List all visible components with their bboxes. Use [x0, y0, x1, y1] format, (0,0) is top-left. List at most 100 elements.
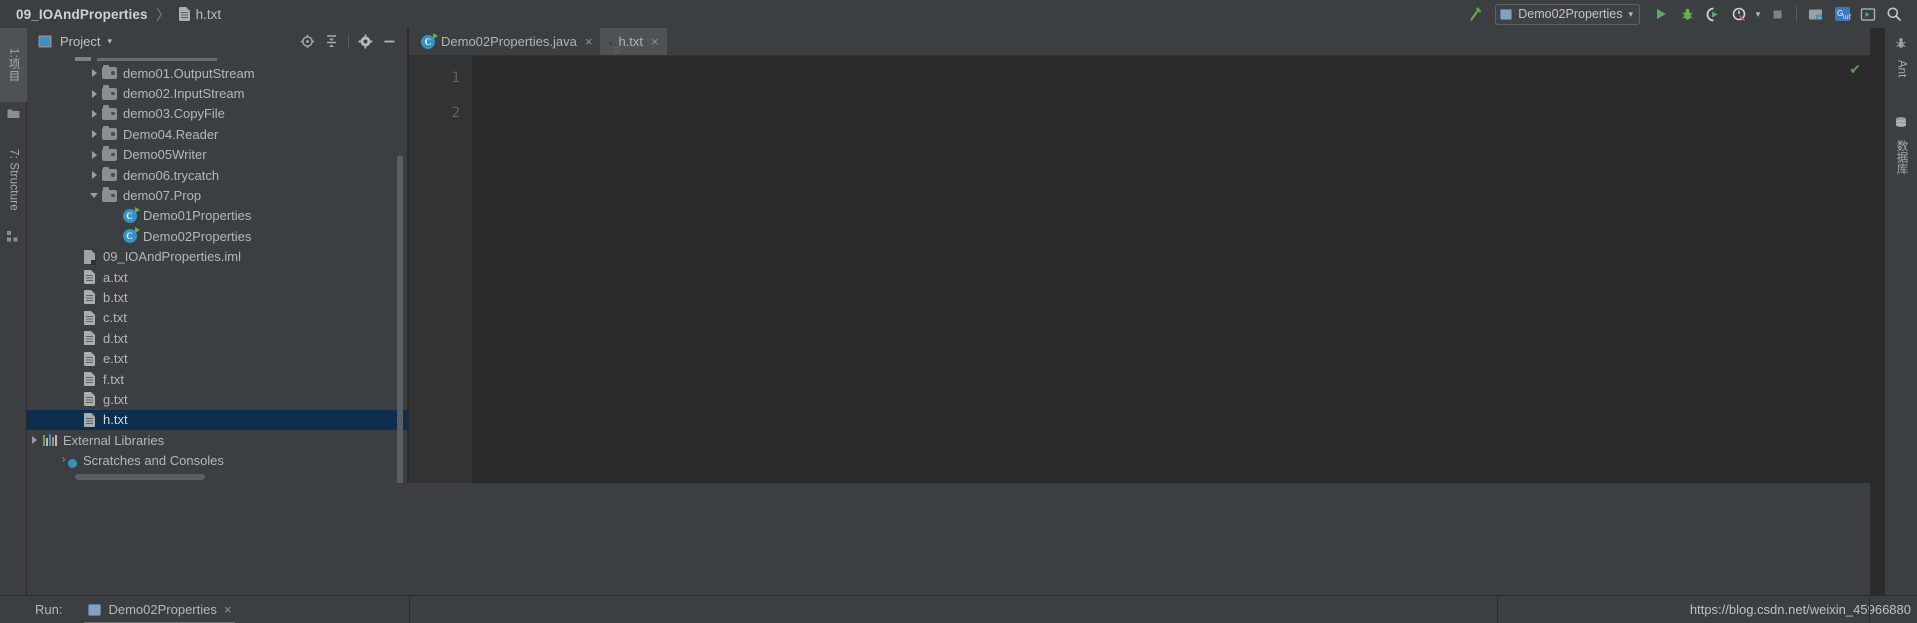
- java-class-icon: C: [421, 32, 438, 49]
- run-configuration-label: Demo02Properties: [1518, 7, 1623, 21]
- search-everywhere-icon[interactable]: [1881, 2, 1907, 26]
- tree-row[interactable]: C Demo01Properties: [27, 206, 407, 226]
- sidebar-item-structure[interactable]: 7: Structure: [0, 136, 27, 224]
- project-panel-title: Project: [60, 34, 101, 49]
- line-number: 1: [451, 70, 460, 86]
- editor-tab-bar: C Demo02Properties.java × h.txt ×: [409, 28, 1870, 56]
- project-tree[interactable]: demo01.OutputStream demo02.InputStream dem…: [27, 55, 407, 483]
- tree-row-label: g.txt: [103, 391, 128, 407]
- hammer-icon[interactable]: [1463, 2, 1489, 26]
- package-folder-icon: [101, 125, 118, 142]
- terminal-icon[interactable]: [1855, 2, 1881, 26]
- scroll-from-source-icon[interactable]: [297, 31, 318, 52]
- top-toolbar: 09_IOAndProperties 〉 h.txt Demo02Propert…: [0, 0, 1917, 28]
- profiler-icon[interactable]: [1726, 2, 1752, 26]
- hide-panel-icon[interactable]: [379, 31, 400, 52]
- tree-row[interactable]: f.txt: [27, 369, 407, 389]
- tree-row-label: d.txt: [103, 330, 128, 346]
- tree-row[interactable]: e.txt: [27, 348, 407, 368]
- sidebar-item-database[interactable]: 数据库: [1885, 136, 1917, 192]
- database-tab-label: 数据库: [1895, 140, 1908, 175]
- sidebar-item-ant[interactable]: Ant: [1885, 56, 1917, 102]
- run-tab-demo02properties[interactable]: Demo02Properties ×: [84, 596, 236, 623]
- run-tab-label: Demo02Properties: [108, 602, 217, 617]
- tree-arrow-placeholder: [67, 328, 81, 348]
- tree-row[interactable]: a.txt: [27, 267, 407, 287]
- chevron-right-icon[interactable]: [87, 84, 101, 104]
- tree-arrow-placeholder: [67, 349, 81, 369]
- tree-row[interactable]: 09_IOAndProperties.iml: [27, 247, 407, 267]
- stop-icon[interactable]: [1764, 2, 1790, 26]
- tree-row[interactable]: demo06.trycatch: [27, 165, 407, 185]
- left-tool-window-strip: 1:项目 7: Structure: [0, 28, 27, 595]
- project-tool-window: Project ▾ demo01.OutputStream demo02.Inp…: [27, 28, 407, 483]
- tab-demo02properties-java[interactable]: C Demo02Properties.java ×: [409, 28, 600, 55]
- chevron-down-icon[interactable]: [87, 186, 101, 206]
- tree-row-label: demo02.InputStream: [123, 86, 245, 102]
- tree-row[interactable]: d.txt: [27, 328, 407, 348]
- toolbar-divider: [1796, 6, 1797, 22]
- ant-tab-label: Ant: [1895, 60, 1908, 78]
- tree-row[interactable]: demo07.Prop: [27, 185, 407, 205]
- tree-row[interactable]: › Scratches and Consoles: [27, 450, 407, 470]
- tab-h-txt[interactable]: h.txt ×: [600, 28, 667, 55]
- run-configuration-icon: [1500, 8, 1513, 20]
- tree-row-partial: [27, 55, 407, 63]
- tree-arrow-placeholder: [67, 308, 81, 328]
- close-icon[interactable]: ×: [585, 34, 593, 49]
- tree-row[interactable]: External Libraries: [27, 430, 407, 450]
- ant-icon: [1894, 36, 1907, 49]
- collapse-all-icon[interactable]: [321, 31, 342, 52]
- editor-code-surface[interactable]: ✔: [472, 56, 1870, 483]
- debug-bug-icon[interactable]: [1674, 2, 1700, 26]
- run-play-icon[interactable]: [1648, 2, 1674, 26]
- tree-row[interactable]: Demo05Writer: [27, 145, 407, 165]
- project-structure-icon[interactable]: [1803, 2, 1829, 26]
- run-configuration-selector[interactable]: Demo02Properties ▾: [1495, 3, 1640, 25]
- package-folder-icon: [101, 166, 118, 183]
- tree-row[interactable]: c.txt: [27, 308, 407, 328]
- editor-gutter[interactable]: 12: [409, 56, 472, 483]
- chevron-right-icon[interactable]: [87, 165, 101, 185]
- tree-row-label: External Libraries: [63, 432, 165, 448]
- line-number: 2: [451, 105, 460, 121]
- tree-arrow-placeholder: [67, 369, 81, 389]
- tree-row[interactable]: g.txt: [27, 389, 407, 409]
- text-file-icon: [81, 351, 98, 367]
- run-label: Run:: [35, 602, 63, 617]
- inspection-ok-check-icon[interactable]: ✔: [1849, 61, 1861, 78]
- tree-row[interactable]: Demo04.Reader: [27, 124, 407, 144]
- profiler-chevron-down-icon[interactable]: ▾: [1752, 2, 1764, 26]
- chevron-right-icon[interactable]: [87, 145, 101, 165]
- close-icon[interactable]: ×: [224, 602, 232, 617]
- project-panel-header: Project ▾: [27, 28, 407, 55]
- external-libraries-icon: [41, 432, 58, 448]
- settings-gear-icon[interactable]: [355, 31, 376, 52]
- breadcrumb-file[interactable]: h.txt: [196, 7, 222, 22]
- run-with-coverage-icon[interactable]: [1700, 2, 1726, 26]
- project-tree-horizontal-scrollbar[interactable]: [75, 474, 205, 480]
- close-icon[interactable]: ×: [651, 34, 659, 49]
- chevron-right-icon[interactable]: [27, 430, 41, 450]
- chevron-right-icon[interactable]: [87, 63, 101, 83]
- tree-row[interactable]: b.txt: [27, 287, 407, 307]
- text-file-icon: [81, 412, 98, 428]
- chevron-right-icon[interactable]: [87, 104, 101, 124]
- tree-row[interactable]: demo02.InputStream: [27, 83, 407, 103]
- translate-icon[interactable]: G \u6587: [1829, 2, 1855, 26]
- breadcrumb-file-icon: [178, 7, 190, 21]
- chevron-down-icon: ▾: [1628, 8, 1633, 19]
- tree-row-list: demo01.OutputStream demo02.InputStream dem…: [27, 63, 407, 471]
- project-tree-vertical-scrollbar[interactable]: [397, 155, 403, 483]
- tree-row[interactable]: demo03.CopyFile: [27, 104, 407, 124]
- tree-row[interactable]: C Demo02Properties: [27, 226, 407, 246]
- tree-row[interactable]: h.txt: [27, 409, 407, 431]
- tree-row[interactable]: demo01.OutputStream: [27, 63, 407, 83]
- chevron-down-icon[interactable]: ▾: [107, 36, 112, 47]
- text-file-icon: [81, 310, 98, 326]
- chevron-right-icon[interactable]: [87, 124, 101, 144]
- breadcrumb-project[interactable]: 09_IOAndProperties: [16, 7, 148, 22]
- editor-vertical-scrollbar[interactable]: [1871, 28, 1885, 595]
- text-file-icon: [81, 330, 98, 346]
- sidebar-item-project[interactable]: 1:项目: [0, 28, 27, 102]
